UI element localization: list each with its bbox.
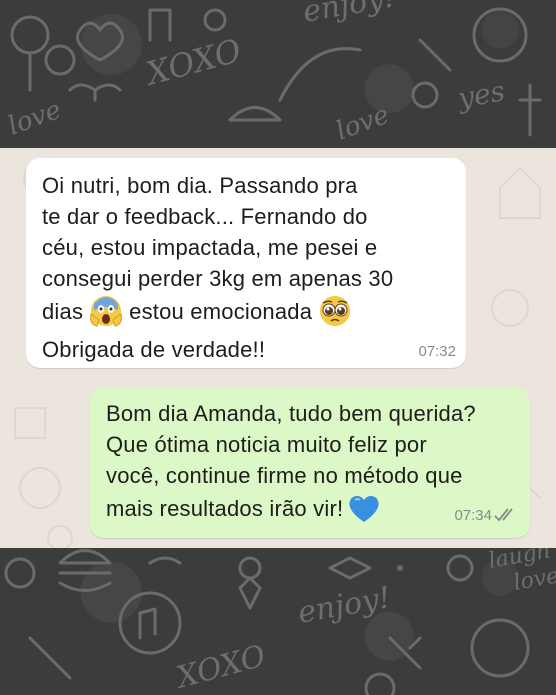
xoxo-doodle-text: XOXO <box>171 639 269 695</box>
candy-icon <box>328 556 372 580</box>
face-screaming-in-fear-icon <box>89 294 123 328</box>
love-doodle-text: love <box>4 95 65 142</box>
outgoing-message-bubble[interactable]: Bom dia Amanda, tudo bem querida? Que ót… <box>90 388 530 538</box>
balloon-icon <box>44 44 76 76</box>
message-timestamp: 07:34 <box>454 507 492 524</box>
blue-heart-icon <box>347 491 381 525</box>
leaf-icon <box>148 556 182 565</box>
love-doodle-text-2: love <box>332 100 393 147</box>
music-disc-icon-2 <box>470 618 530 678</box>
message-line: Bom dia Amanda, tudo bem querida? <box>106 401 476 426</box>
paw-icon <box>411 81 439 109</box>
pencil-icon <box>418 38 452 72</box>
glasses-icon <box>68 83 122 102</box>
message-line: você, continue firme no método que <box>106 463 463 488</box>
message-fragment: dias <box>42 298 84 324</box>
message-line: te dar o feedback... Fernando do <box>42 204 368 229</box>
enjoy-doodle-text: enjoy! <box>295 580 393 631</box>
message-fragment: estou emocionada <box>129 298 313 324</box>
balloon-icon <box>10 15 50 55</box>
music-note-icon <box>148 8 172 42</box>
incoming-message-text: Oi nutri, bom dia. Passando pra te dar o… <box>42 170 393 365</box>
xoxo-doodle-text: XOXO <box>139 31 245 93</box>
enjoy-doodle-text: enjoy! <box>300 0 398 30</box>
message-line: Oi nutri, bom dia. Passando pra <box>42 173 358 198</box>
incoming-message-bubble[interactable]: Oi nutri, bom dia. Passando pra te dar o… <box>26 158 466 368</box>
message-line-with-emojis: dias estou emocionada <box>42 294 393 334</box>
message-line-with-emoji: mais resultados irão vir! <box>106 491 476 522</box>
yes-doodle-text: yes <box>454 74 508 115</box>
heart-doodle-icon <box>76 21 124 62</box>
pencil-icon <box>28 636 72 680</box>
chat-area: Oi nutri, bom dia. Passando pra te dar o… <box>0 148 556 548</box>
message-line: céu, estou impactada, me pesei e <box>42 235 378 260</box>
message-fragment: mais resultados irão vir! <box>106 495 344 521</box>
paw-icon <box>446 554 474 582</box>
pleading-face-icon <box>318 294 352 328</box>
burger-icon <box>58 549 112 592</box>
leaf-icon <box>278 47 362 102</box>
star-icon <box>238 556 262 580</box>
cross-icon <box>518 83 542 137</box>
paw-icon-2 <box>364 672 396 695</box>
message-line: Obrigada de verdade!! <box>42 337 266 362</box>
sun-icon <box>4 557 36 589</box>
burger-icon <box>228 106 282 122</box>
music-disc-icon <box>472 7 528 63</box>
outgoing-message-text: Bom dia Amanda, tudo bem querida? Que ót… <box>106 398 476 522</box>
wallpaper-top: enjoy! XOXO love yes love <box>0 0 556 148</box>
pencil-icon-2 <box>388 636 422 670</box>
message-line: Que ótima noticia muito feliz por <box>106 432 427 457</box>
read-double-check-icon <box>494 508 513 522</box>
star-icon <box>203 8 227 32</box>
wallpaper-bottom: laugh love enjoy! XOXO <box>0 548 556 695</box>
message-line: consegui perder 3kg em apenas 30 <box>42 266 394 291</box>
music-disc-icon <box>118 591 182 655</box>
message-timestamp: 07:32 <box>418 343 456 360</box>
flower-icon <box>238 576 262 610</box>
